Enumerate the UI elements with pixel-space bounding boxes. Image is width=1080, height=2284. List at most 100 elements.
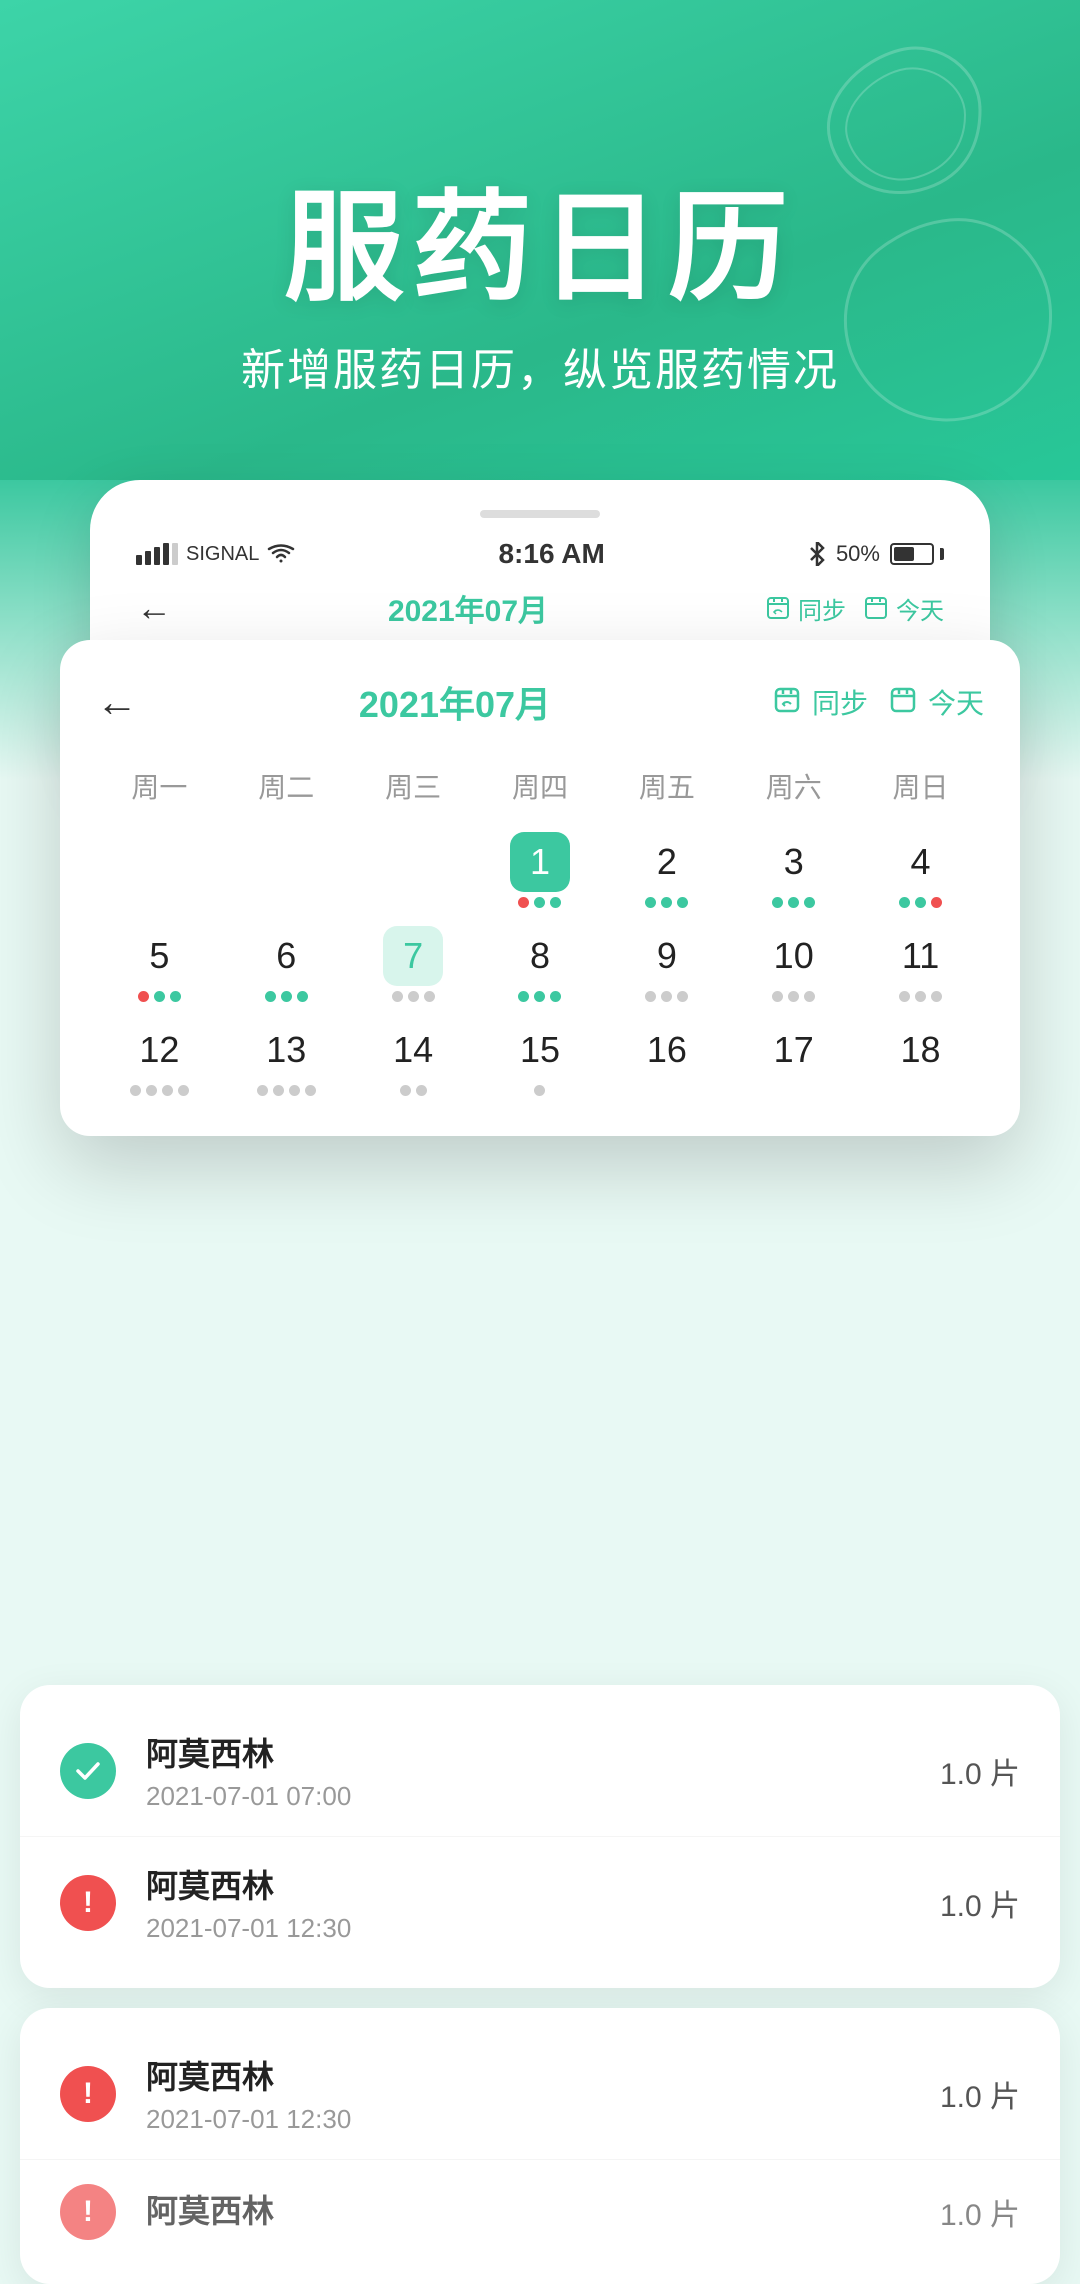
signal-label: SIGNAL [186, 543, 259, 566]
cal-cell-14[interactable]: 14 [350, 1014, 477, 1102]
back-arrow-bg[interactable]: ← [136, 587, 172, 629]
weekday-sat: 周六 [730, 756, 857, 816]
float-sync-btn[interactable]: 同步 [772, 682, 868, 722]
cal-cell-6[interactable]: 6 [223, 920, 350, 1008]
med-dosage-1: 1.0 片 [940, 1749, 1020, 1793]
cal-cell-13[interactable]: 13 [223, 1014, 350, 1102]
cal-week-3: 12 13 [96, 1014, 984, 1102]
dots-3 [772, 897, 815, 908]
med-item-2[interactable]: ! 阿莫西林 2021-07-01 12:30 1.0 片 [20, 1837, 1060, 1968]
med-time-2: 2021-07-01 12:30 [146, 1913, 910, 1944]
date-11: 11 [891, 926, 951, 986]
date-9: 9 [637, 926, 697, 986]
med-status-warning-2: ! [60, 1875, 116, 1931]
float-today-icon [888, 685, 922, 719]
float-nav-month: 2021年07月 [138, 676, 772, 728]
date-6: 6 [256, 926, 316, 986]
date-7: 7 [383, 926, 443, 986]
hero-subtitle: 新增服药日历，纵览服药情况 [241, 334, 839, 398]
today-btn-bg[interactable]: 今天 [862, 591, 944, 626]
dots-10 [772, 991, 815, 1002]
weekday-mon: 周一 [96, 756, 223, 816]
status-bar: SIGNAL 8:16 AM 50% [120, 538, 960, 570]
date-14: 14 [383, 1020, 443, 1080]
bluetooth-icon [808, 542, 826, 566]
med-name-4: 阿莫西林 [146, 2186, 910, 2232]
date-5: 5 [129, 926, 189, 986]
cal-cell-17[interactable]: 17 [730, 1014, 857, 1102]
dots-7 [392, 991, 435, 1002]
cal-cell-11[interactable]: 11 [857, 920, 984, 1008]
date-8: 8 [510, 926, 570, 986]
med-item-4[interactable]: ! 阿莫西林 1.0 片 [20, 2160, 1060, 2264]
status-right: 50% [808, 541, 944, 567]
float-nav-actions: 同步 今天 [772, 682, 984, 722]
med-dosage-4: 1.0 片 [940, 2190, 1020, 2234]
cal-cell-10[interactable]: 10 [730, 920, 857, 1008]
date-18: 18 [891, 1020, 951, 1080]
float-cal-weekdays: 周一 周二 周三 周四 周五 周六 周日 [96, 756, 984, 816]
sync-icon-bg [764, 594, 792, 622]
exclaim-icon-3: ! [83, 2077, 93, 2111]
med-name-3: 阿莫西林 [146, 2052, 910, 2098]
date-1: 1 [510, 832, 570, 892]
med-item-3[interactable]: ! 阿莫西林 2021-07-01 12:30 1.0 片 [20, 2028, 1060, 2160]
float-today-btn[interactable]: 今天 [888, 682, 984, 722]
exclaim-icon-4: ! [83, 2195, 93, 2229]
cal-cell-12[interactable]: 12 [96, 1014, 223, 1102]
med-info-1: 阿莫西林 2021-07-01 07:00 [146, 1729, 910, 1812]
weekday-sun: 周日 [857, 756, 984, 816]
cal-week-2: 5 6 7 [96, 920, 984, 1008]
dots-13 [257, 1085, 316, 1096]
med-info-4: 阿莫西林 [146, 2186, 910, 2238]
float-back-arrow[interactable]: ← [96, 678, 138, 726]
date-17: 17 [764, 1020, 824, 1080]
date-4: 4 [891, 832, 951, 892]
cal-cell-7[interactable]: 7 [350, 920, 477, 1008]
float-sync-label: 同步 [812, 682, 868, 722]
battery-percentage: 50% [836, 541, 880, 567]
exclaim-icon-2: ! [83, 1886, 93, 1920]
med-time-3: 2021-07-01 12:30 [146, 2104, 910, 2135]
phone-nav-bg: ← 2021年07月 同步 [120, 586, 960, 630]
check-icon-1 [72, 1755, 104, 1787]
medicine-list-2: ! 阿莫西林 2021-07-01 12:30 1.0 片 ! 阿莫西林 1.0… [20, 2008, 1060, 2284]
cal-cell-5[interactable]: 5 [96, 920, 223, 1008]
date-12: 12 [129, 1020, 189, 1080]
dots-9 [645, 991, 688, 1002]
medicine-list-1: 阿莫西林 2021-07-01 07:00 1.0 片 ! 阿莫西林 2021-… [20, 1685, 1060, 1988]
notch-bar [480, 510, 600, 518]
med-status-warning-4: ! [60, 2184, 116, 2240]
dots-11 [899, 991, 942, 1002]
cal-cell-15[interactable]: 15 [477, 1014, 604, 1102]
weekday-fri: 周五 [603, 756, 730, 816]
cal-cell-8[interactable]: 8 [477, 920, 604, 1008]
sync-btn-bg[interactable]: 同步 [764, 591, 846, 626]
dots-4 [899, 897, 942, 908]
med-dosage-3: 1.0 片 [940, 2072, 1020, 2116]
med-time-1: 2021-07-01 07:00 [146, 1781, 910, 1812]
date-15: 15 [510, 1020, 570, 1080]
cal-cell-1[interactable]: 1 [477, 826, 604, 914]
today-icon-bg [862, 594, 890, 622]
cal-cell-3[interactable]: 3 [730, 826, 857, 914]
cal-week-1: 1 2 3 [96, 826, 984, 914]
cal-cell-9[interactable]: 9 [603, 920, 730, 1008]
dots-12 [130, 1085, 189, 1096]
nav-actions-bg: 同步 今天 [764, 591, 944, 626]
cal-cell-18[interactable]: 18 [857, 1014, 984, 1102]
dots-14 [400, 1085, 427, 1096]
cal-cell-2[interactable]: 2 [603, 826, 730, 914]
date-2: 2 [637, 832, 697, 892]
dots-6 [265, 991, 308, 1002]
date-3: 3 [764, 832, 824, 892]
dots-15 [534, 1085, 545, 1096]
med-status-success-1 [60, 1743, 116, 1799]
float-nav: ← 2021年07月 同步 [96, 676, 984, 728]
cal-cell-16[interactable]: 16 [603, 1014, 730, 1102]
med-item-1[interactable]: 阿莫西林 2021-07-01 07:00 1.0 片 [20, 1705, 1060, 1837]
hero-section: 服药日历 新增服药日历，纵览服药情况 [0, 0, 1080, 520]
cal-cell-4[interactable]: 4 [857, 826, 984, 914]
hero-decor-bottom-right [820, 200, 1080, 460]
floating-calendar-card: ← 2021年07月 同步 [60, 640, 1020, 1136]
